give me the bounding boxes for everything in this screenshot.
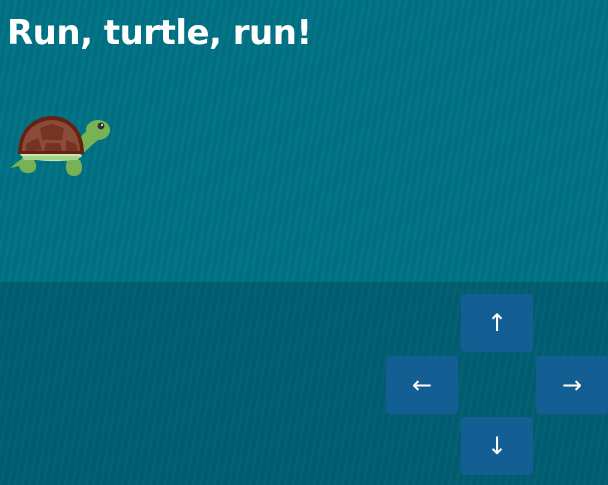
move-left-button[interactable]: ← — [386, 356, 458, 414]
control-pad: ↑ ← → ↓ — [0, 282, 608, 485]
move-down-button[interactable]: ↓ — [461, 417, 533, 475]
move-right-button[interactable]: → — [536, 356, 608, 414]
turtle-icon — [10, 116, 110, 176]
game-stage: Run, turtle, run! ↑ ← → ↓ — [0, 0, 608, 485]
game-title: Run, turtle, run! — [7, 13, 312, 53]
move-up-button[interactable]: ↑ — [461, 294, 533, 352]
